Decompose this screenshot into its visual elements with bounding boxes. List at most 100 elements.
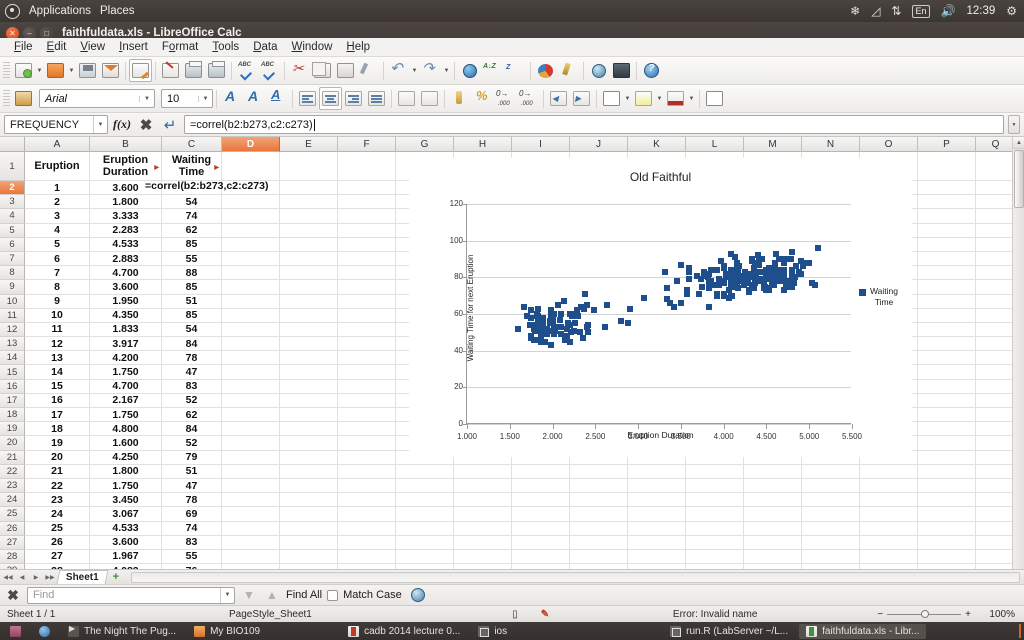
cell-c6[interactable]: 85 xyxy=(162,238,222,251)
cell-e15[interactable] xyxy=(280,365,338,378)
cell-k27[interactable] xyxy=(628,536,686,549)
add-sheet-button[interactable]: + xyxy=(109,570,123,584)
cut-button[interactable] xyxy=(288,59,311,82)
calc-tray-icon[interactable] xyxy=(1019,624,1021,638)
chevron-down-icon[interactable]: ▼ xyxy=(198,96,212,102)
cell-e16[interactable] xyxy=(280,380,338,393)
merge-cells-button[interactable] xyxy=(395,87,418,110)
cell-o28[interactable] xyxy=(860,550,918,563)
cell-e23[interactable] xyxy=(280,479,338,492)
cell-h25[interactable] xyxy=(454,507,512,520)
last-sheet-button[interactable]: ▶▶ xyxy=(44,571,56,583)
new-document-button[interactable] xyxy=(12,59,35,82)
taskbar-item-workspace[interactable] xyxy=(3,624,28,639)
cell-c20[interactable]: 52 xyxy=(162,436,222,449)
draw-functions-button[interactable] xyxy=(557,59,580,82)
row-header-23[interactable]: 23 xyxy=(0,479,25,493)
cell-i25[interactable] xyxy=(512,507,570,520)
cell-i23[interactable] xyxy=(512,479,570,492)
sort-ascending-button[interactable] xyxy=(481,59,504,82)
cell-e24[interactable] xyxy=(280,493,338,506)
cell-d5[interactable] xyxy=(222,224,280,237)
cell-i28[interactable] xyxy=(512,550,570,563)
cell-a5[interactable]: 4 xyxy=(25,224,90,237)
menu-data[interactable]: Data xyxy=(246,40,284,54)
column-header-b[interactable]: B xyxy=(90,137,162,152)
spreadsheet-grid[interactable]: A B C D E F G H I J K L M N O P Q 1 2 3 … xyxy=(0,137,1024,569)
cell-a4[interactable]: 3 xyxy=(25,209,90,222)
cell-f13[interactable] xyxy=(338,337,396,350)
function-wizard-button[interactable]: f(x) xyxy=(112,115,132,135)
cell-f15[interactable] xyxy=(338,365,396,378)
cell-d6[interactable] xyxy=(222,238,280,251)
menu-tools[interactable]: Tools xyxy=(205,40,246,54)
chart-legend[interactable]: Waiting Time xyxy=(859,286,898,308)
cell-a11[interactable]: 10 xyxy=(25,309,90,322)
taskbar-item-terminal[interactable]: run.R (LabServer ~/L... xyxy=(663,624,795,639)
cell-c26[interactable]: 74 xyxy=(162,522,222,535)
cell-a28[interactable]: 27 xyxy=(25,550,90,563)
cell-k22[interactable] xyxy=(628,465,686,478)
cell-e21[interactable] xyxy=(280,451,338,464)
cell-o25[interactable] xyxy=(860,507,918,520)
cell-a19[interactable]: 18 xyxy=(25,422,90,435)
row-header-25[interactable]: 25 xyxy=(0,507,25,521)
ubuntu-logo-icon[interactable] xyxy=(5,4,20,19)
zoom-track[interactable] xyxy=(887,614,961,615)
cell-m26[interactable] xyxy=(744,522,802,535)
autospellcheck-button[interactable] xyxy=(258,59,281,82)
cell-j25[interactable] xyxy=(570,507,628,520)
cancel-formula-button[interactable]: ✖ xyxy=(136,115,156,135)
accept-formula-button[interactable]: ↵ xyxy=(160,115,180,135)
cell-e27[interactable] xyxy=(280,536,338,549)
row-header-12[interactable]: 12 xyxy=(0,323,25,337)
cell-o23[interactable] xyxy=(860,479,918,492)
cell-c14[interactable]: 78 xyxy=(162,351,222,364)
cell-f19[interactable] xyxy=(338,422,396,435)
bold-button[interactable] xyxy=(220,87,243,110)
row-header-2[interactable]: 2 xyxy=(0,181,25,195)
cell-a14[interactable]: 13 xyxy=(25,351,90,364)
cell-j27[interactable] xyxy=(570,536,628,549)
cell-d8[interactable] xyxy=(222,266,280,279)
cell-a3[interactable]: 2 xyxy=(25,195,90,208)
cell-f17[interactable] xyxy=(338,394,396,407)
cell-m23[interactable] xyxy=(744,479,802,492)
cell-i26[interactable] xyxy=(512,522,570,535)
cell-d21[interactable] xyxy=(222,451,280,464)
cell-o24[interactable] xyxy=(860,493,918,506)
font-name-combobox[interactable]: Arial ▼ xyxy=(39,89,155,108)
cell-p10[interactable] xyxy=(918,295,976,308)
cell-f3[interactable] xyxy=(338,195,396,208)
cell-k26[interactable] xyxy=(628,522,686,535)
cell-b1[interactable]: Eruption Duration ▶ xyxy=(90,152,162,180)
cell-a18[interactable]: 17 xyxy=(25,408,90,421)
cell-f7[interactable] xyxy=(338,252,396,265)
cell-b24[interactable]: 3.450 xyxy=(90,493,162,506)
cell-c3[interactable]: 54 xyxy=(162,195,222,208)
spelling-button[interactable] xyxy=(235,59,258,82)
cell-d15[interactable] xyxy=(222,365,280,378)
row-header-16[interactable]: 16 xyxy=(0,380,25,394)
copy-button[interactable] xyxy=(311,59,334,82)
gear-icon[interactable]: ⚙ xyxy=(1006,5,1017,17)
cell-e11[interactable] xyxy=(280,309,338,322)
taskbar-item-browser[interactable] xyxy=(32,624,57,639)
cell-e5[interactable] xyxy=(280,224,338,237)
cell-h24[interactable] xyxy=(454,493,512,506)
cell-a10[interactable]: 9 xyxy=(25,295,90,308)
background-color-button[interactable] xyxy=(664,87,687,110)
cell-c25[interactable]: 69 xyxy=(162,507,222,520)
cell-g27[interactable] xyxy=(396,536,454,549)
cell-d27[interactable] xyxy=(222,536,280,549)
cell-f9[interactable] xyxy=(338,280,396,293)
cell-e4[interactable] xyxy=(280,209,338,222)
cell-c18[interactable]: 62 xyxy=(162,408,222,421)
menu-file[interactable]: File xyxy=(7,40,40,54)
row-header-22[interactable]: 22 xyxy=(0,465,25,479)
cell-e7[interactable] xyxy=(280,252,338,265)
cell-l28[interactable] xyxy=(686,550,744,563)
row-header-8[interactable]: 8 xyxy=(0,266,25,280)
cell-g24[interactable] xyxy=(396,493,454,506)
cell-d17[interactable] xyxy=(222,394,280,407)
